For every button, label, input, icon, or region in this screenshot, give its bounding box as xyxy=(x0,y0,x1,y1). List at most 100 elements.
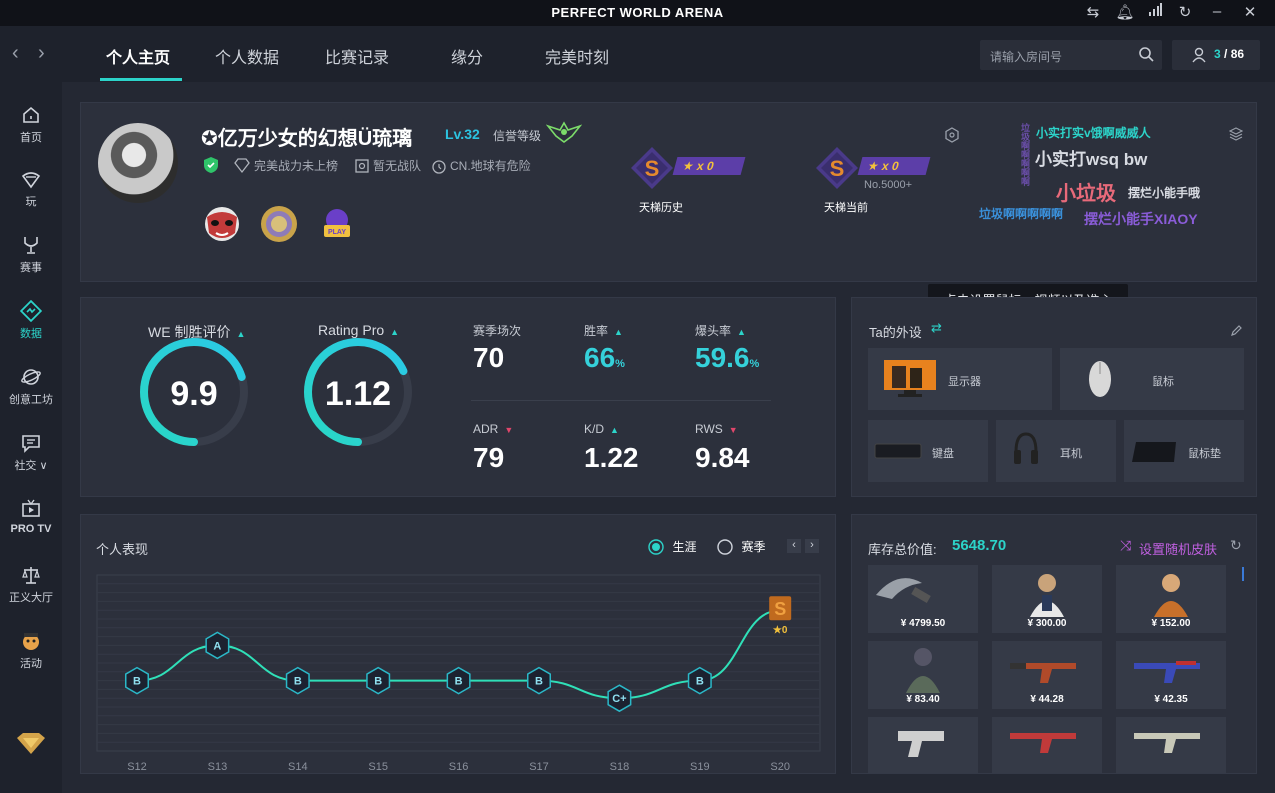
tab-perfect-moments[interactable]: 完美时刻 xyxy=(545,44,609,68)
gear-panel: Ta的外设 ⇄ 显示器 鼠标 键盘 耳机 鼠标垫 xyxy=(851,297,1257,497)
s-rank-emblem-icon: S xyxy=(816,147,858,189)
stat-value: 9.84 xyxy=(695,442,750,473)
inventory-item[interactable] xyxy=(1116,717,1226,773)
sidebar-item-justice-hall[interactable]: 正义大厅 xyxy=(0,564,62,605)
inventory-item[interactable]: ¥ 42.35 xyxy=(1116,641,1226,709)
power-rank-tag: 完美战力未上榜 xyxy=(254,159,339,173)
purple-mascot-badge-icon[interactable]: PLAY xyxy=(316,203,358,245)
gear-mousepad[interactable]: 鼠标垫 xyxy=(1124,420,1244,482)
credit-wings-icon[interactable] xyxy=(546,120,582,144)
online-friends-counter[interactable]: 3 / 86 xyxy=(1172,40,1260,70)
inventory-item[interactable]: ¥ 44.28 xyxy=(992,641,1102,709)
team-tag: 暂无战队 xyxy=(373,159,422,173)
x-tick-label: S20 xyxy=(770,761,790,773)
tab-home[interactable]: 个人主页 xyxy=(106,44,170,68)
gear-headset[interactable]: 耳机 xyxy=(996,420,1116,482)
sidebar-item-tournament[interactable]: 赛事 xyxy=(0,234,62,275)
refresh-inventory-icon[interactable]: ↻ xyxy=(1230,537,1242,554)
bell-icon[interactable]: 🔔︎ xyxy=(1115,3,1135,21)
tab-match-history[interactable]: 比赛记录 xyxy=(325,44,389,68)
back-arrow-icon[interactable]: ‹ xyxy=(12,42,19,65)
search-icon[interactable] xyxy=(1136,44,1156,64)
stat-label: K/D ▲ xyxy=(584,422,619,436)
chart-prev-button[interactable]: ‹ xyxy=(787,539,801,553)
inventory-scrollbar[interactable] xyxy=(1242,567,1244,581)
inventory-item[interactable]: ¥ 83.40 xyxy=(868,641,978,709)
agent-skin-icon xyxy=(1030,574,1064,617)
pistol-skin-icon xyxy=(898,731,944,757)
grade-stars: ★0 xyxy=(773,625,788,636)
swap-icon[interactable]: ⇆ xyxy=(1083,3,1103,21)
career-radio[interactable]: 生涯 xyxy=(648,538,696,556)
gold-coin-badge-icon[interactable] xyxy=(258,203,300,245)
sidebar-item-events[interactable]: 活动 xyxy=(0,630,62,671)
avatar[interactable] xyxy=(98,123,178,203)
tab-personal-data[interactable]: 个人数据 xyxy=(215,44,279,68)
inventory-item[interactable] xyxy=(868,717,978,773)
mousepad-icon xyxy=(1132,442,1176,462)
shuffle-icon[interactable]: ⇄ xyxy=(931,320,942,336)
chart-next-button[interactable]: › xyxy=(805,539,819,553)
inventory-item[interactable]: ¥ 4799.50 xyxy=(868,565,978,633)
career-radio-label: 生涯 xyxy=(672,540,697,555)
minimize-icon[interactable]: – xyxy=(1207,3,1227,20)
close-icon[interactable]: ✕ xyxy=(1240,3,1260,21)
room-search-input[interactable]: 请输入房间号 xyxy=(980,40,1162,70)
sidebar-item-pro-tv[interactable]: PRO TV xyxy=(0,498,62,535)
ladder-history-grade: S xyxy=(645,156,660,181)
gear-monitor[interactable]: 显示器 xyxy=(868,348,1052,410)
keyboard-icon xyxy=(874,443,922,459)
sidebar-item-data[interactable]: 数据 xyxy=(0,300,62,341)
layers-icon[interactable] xyxy=(1229,127,1243,141)
credit-level-label: 信誉等级 xyxy=(493,129,542,143)
edit-icon[interactable] xyxy=(1230,324,1243,337)
ladder-history[interactable]: S ★ x 0 天梯历史 xyxy=(629,145,749,215)
active-tab-indicator xyxy=(100,78,182,81)
ladder-current-rank: No.5000+ xyxy=(864,179,913,191)
inventory-item[interactable]: ¥ 152.00 xyxy=(1116,565,1226,633)
ladder-current-label: 天梯当前 xyxy=(824,202,868,214)
forward-arrow-icon[interactable]: › xyxy=(38,42,45,65)
inventory-panel: 库存总价值: 5648.70 ⤨ 设置随机皮肤 ↻ ¥ 4799.50 ¥ 300… xyxy=(851,514,1257,774)
player-level: Lv.32 xyxy=(445,126,480,142)
word-cloud-item: 小实打wsq bw xyxy=(1035,150,1148,169)
data-icon xyxy=(20,300,42,322)
signal-icon[interactable] xyxy=(1145,3,1165,21)
diamond-rank-icon xyxy=(234,158,250,174)
sidebar-item-label: 玩 xyxy=(25,196,37,208)
gear-label: 鼠标 xyxy=(1152,376,1174,388)
grade-label: B xyxy=(535,676,543,688)
trend-down-icon: ▼ xyxy=(728,425,738,435)
refresh-icon[interactable]: ↻ xyxy=(1175,3,1195,21)
trend-down-icon: ▼ xyxy=(504,425,514,435)
season-radio[interactable]: 赛季 xyxy=(717,538,765,556)
sidebar-item-workshop[interactable]: 创意工坊 xyxy=(0,366,62,407)
trophy-icon xyxy=(24,237,38,254)
settings-hex-icon[interactable] xyxy=(944,127,960,143)
inventory-item[interactable]: ¥ 300.00 xyxy=(992,565,1102,633)
inventory-item[interactable] xyxy=(992,717,1102,773)
tab-fate[interactable]: 缘分 xyxy=(451,44,483,68)
x-tick-label: S13 xyxy=(208,761,228,773)
sidebar-item-play[interactable]: 玩 xyxy=(0,168,62,209)
clock-icon xyxy=(432,160,446,174)
opera-mask-badge-icon[interactable] xyxy=(201,203,243,245)
stat-label: RWS ▼ xyxy=(695,422,738,436)
mouse-icon xyxy=(1089,361,1111,397)
sidebar-item-home[interactable]: 首页 xyxy=(0,104,62,145)
gear-mouse[interactable]: 鼠标 xyxy=(1060,348,1244,410)
vip-diamond-icon[interactable] xyxy=(15,732,47,756)
random-skin-button[interactable]: 设置随机皮肤 xyxy=(1139,539,1217,558)
grade-label: B xyxy=(696,676,704,688)
x-tick-label: S16 xyxy=(449,761,469,773)
sidebar-item-label: 正义大厅 xyxy=(9,592,53,604)
gear-keyboard[interactable]: 键盘 xyxy=(868,420,988,482)
ladder-current[interactable]: S ★ x 0 No.5000+ 天梯当前 xyxy=(814,145,934,215)
word-cloud-item: 摆烂小能手哦 xyxy=(1128,186,1201,200)
ladder-current-grade: S xyxy=(830,156,845,181)
sidebar-item-social[interactable]: 社交 ∨ xyxy=(0,432,62,473)
sidebar-item-label: PRO TV xyxy=(10,523,52,535)
performance-chart: B S12 A S13 B S14 B S15 B S16 B S17 C+ S18 B S19 S ★0 S20 xyxy=(96,574,821,773)
we-rating-value: 9.9 xyxy=(170,375,218,413)
gear-label: 鼠标垫 xyxy=(1188,448,1221,460)
